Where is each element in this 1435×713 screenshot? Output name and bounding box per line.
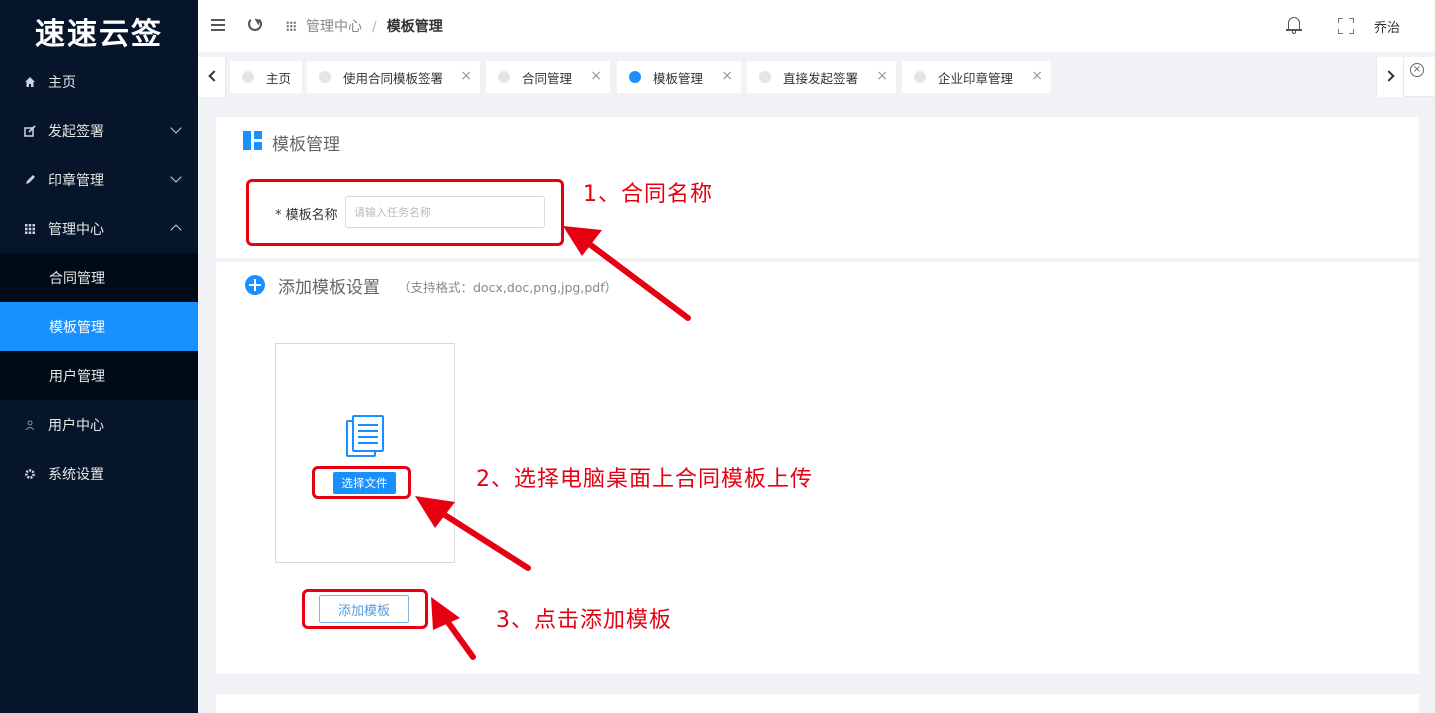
arrow-step-2 xyxy=(415,496,531,571)
arrow-step-3 xyxy=(431,597,476,660)
annotation-arrows xyxy=(415,226,691,660)
arrow-step-1 xyxy=(563,226,691,321)
